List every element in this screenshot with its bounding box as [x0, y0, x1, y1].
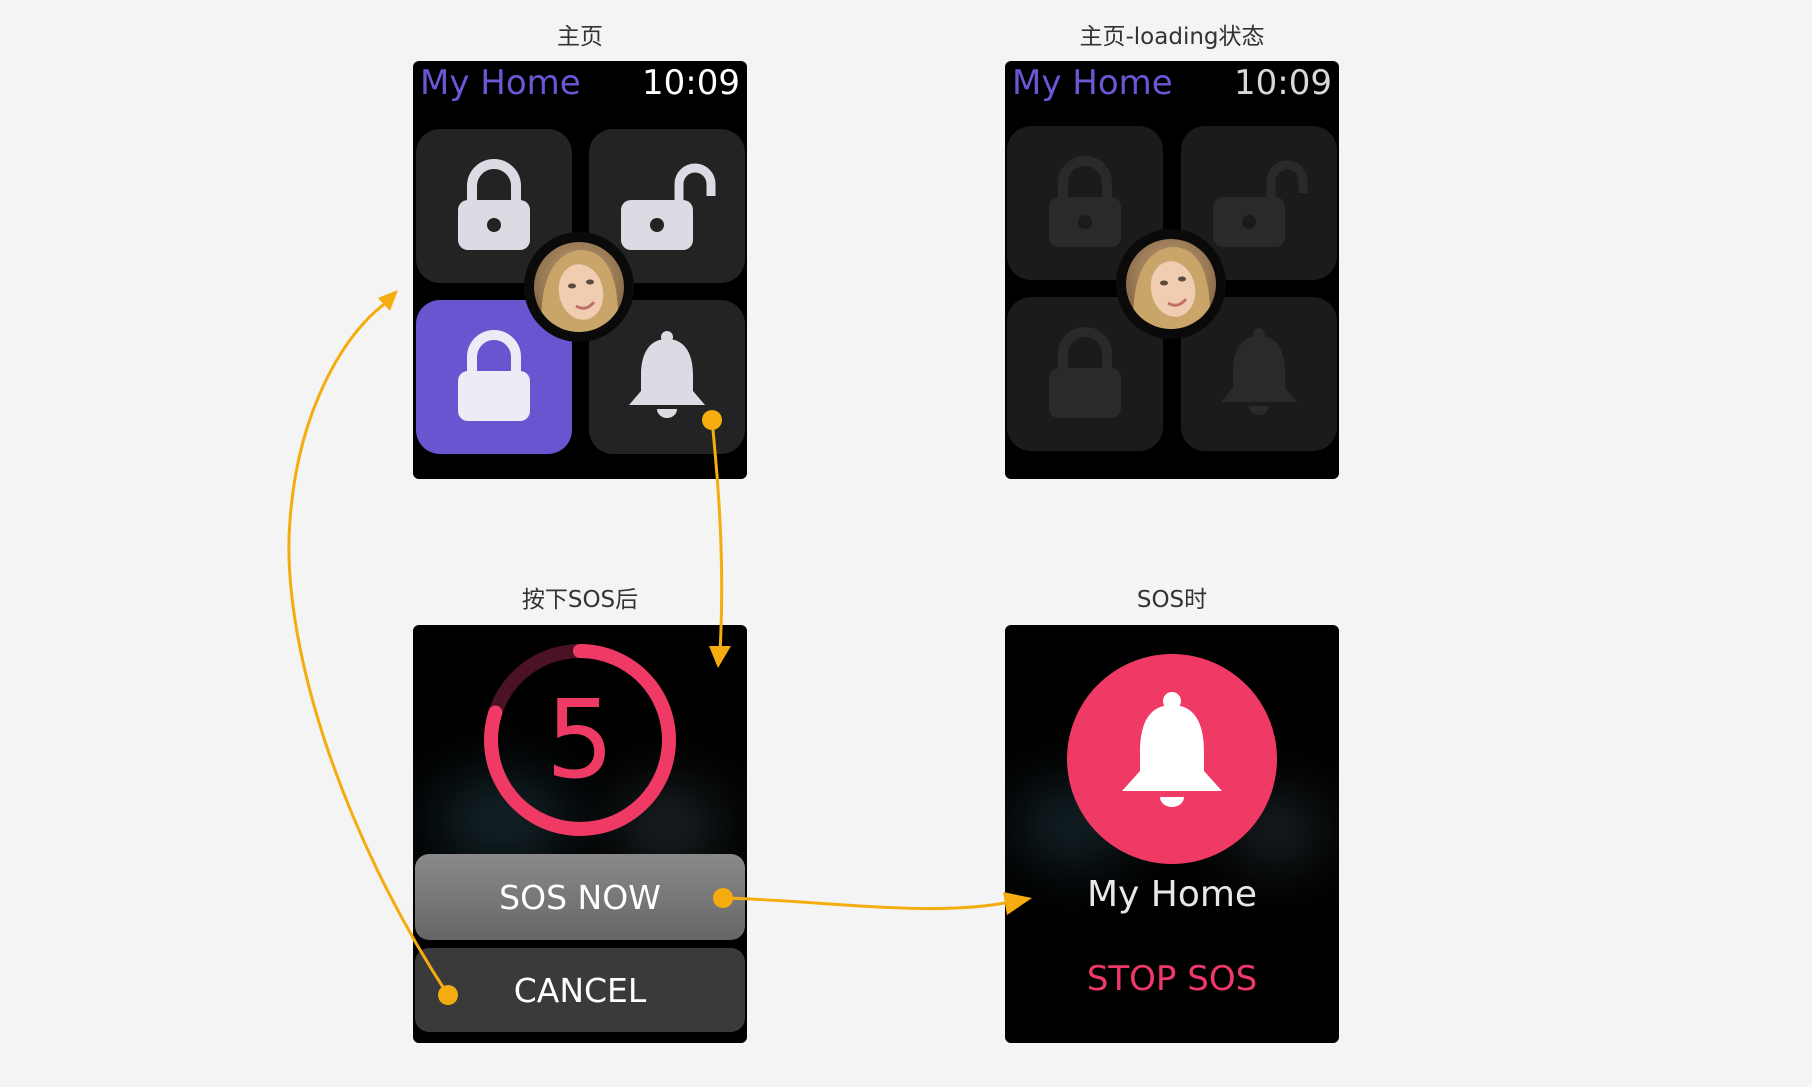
- night-lock-icon: [1049, 327, 1121, 418]
- flow-arrow-sos-now-to-active: [713, 888, 1032, 915]
- countdown-number: 5: [546, 678, 615, 803]
- night-lock-icon: [458, 330, 530, 421]
- cancel-button[interactable]: CANCEL: [415, 948, 745, 1032]
- countdown-screen: 5 SOS NOW CANCEL: [413, 625, 747, 1043]
- sos-alarm-button[interactable]: [1066, 653, 1278, 865]
- home-loading-screen: My Home 10:09: [1005, 61, 1339, 479]
- home-clock: 10:09: [642, 63, 740, 103]
- flow-arrows: [287, 290, 1032, 1005]
- caption-after-sos-press: 按下SOS后: [521, 587, 639, 613]
- avatar: [1126, 239, 1216, 329]
- loading-title: My Home: [1012, 63, 1173, 103]
- home-name: My Home: [1086, 874, 1258, 915]
- bell-icon: [1221, 328, 1297, 415]
- flow-arrowhead: [378, 290, 398, 311]
- avatar[interactable]: [534, 242, 624, 332]
- sos-active-screen: My Home STOP SOS: [1005, 625, 1339, 1043]
- home-title: My Home: [420, 63, 581, 103]
- unlock-icon: [1213, 160, 1308, 247]
- lock-icon: [458, 159, 530, 250]
- sos-now-button[interactable]: SOS NOW: [415, 854, 745, 940]
- caption-during-sos: SOS时: [1136, 587, 1208, 613]
- caption-home-loading: 主页-loading状态: [1079, 24, 1265, 50]
- bell-icon: [629, 331, 705, 418]
- loading-clock: 10:09: [1234, 63, 1332, 103]
- countdown-ring: 5: [484, 644, 676, 836]
- avatar-ring: [1116, 229, 1226, 339]
- stop-sos-button[interactable]: STOP SOS: [1005, 959, 1339, 999]
- avatar-ring: [524, 232, 634, 342]
- lock-icon: [1049, 156, 1121, 247]
- caption-home: 主页: [557, 24, 603, 50]
- home-screen: My Home 10:09: [413, 61, 747, 479]
- unlock-icon: [621, 163, 716, 250]
